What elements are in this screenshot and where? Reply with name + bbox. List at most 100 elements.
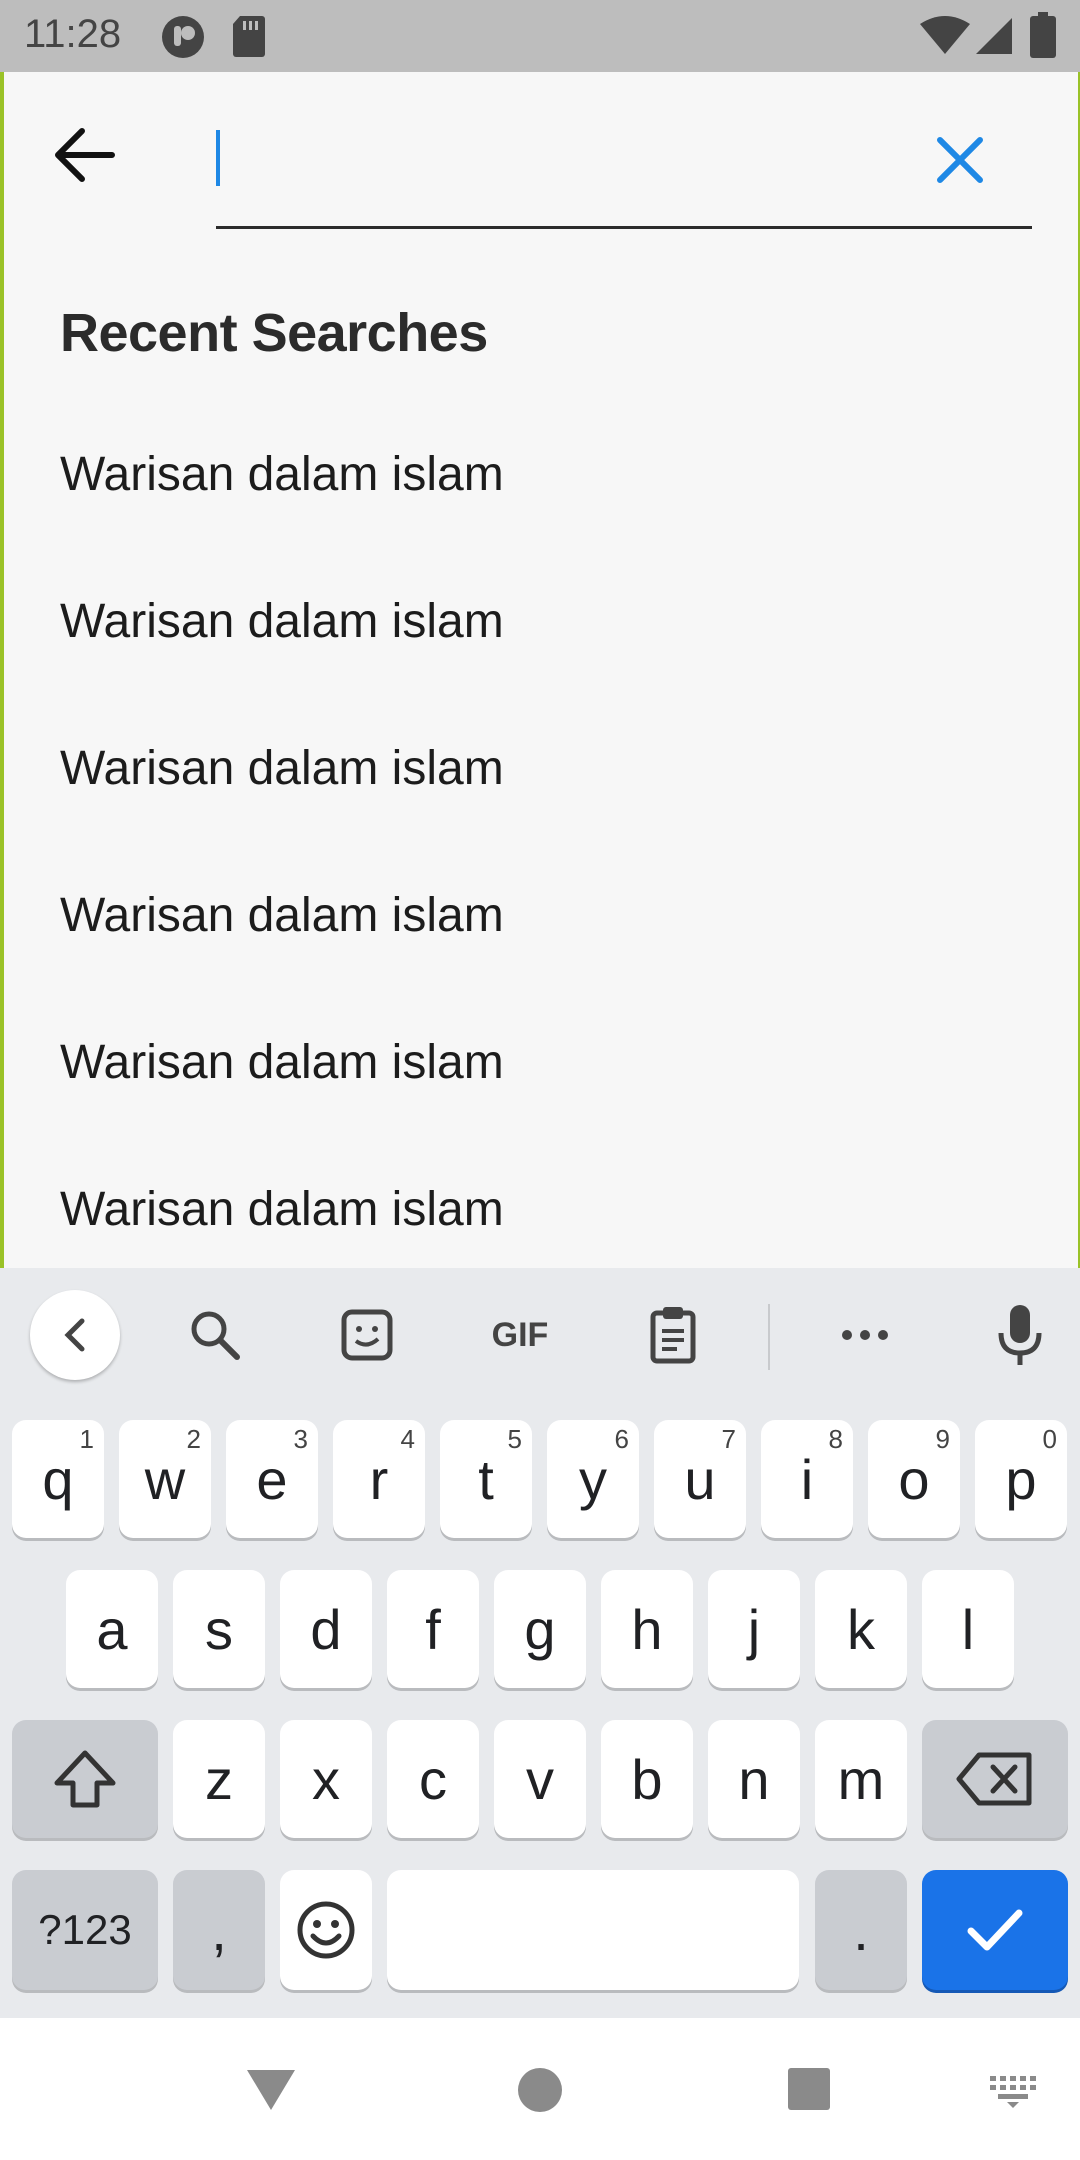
clipboard-button[interactable] — [638, 1300, 708, 1370]
clear-icon[interactable] — [930, 130, 990, 190]
clipboard-icon — [650, 1307, 696, 1364]
key-x[interactable]: x — [280, 1720, 372, 1838]
key-r[interactable]: r4 — [333, 1420, 425, 1538]
space-key[interactable] — [387, 1870, 799, 1990]
recent-search-item[interactable]: Warisan dalam islam — [60, 1028, 1020, 1175]
status-bar: 11:28 — [0, 0, 1080, 72]
more-options-button[interactable] — [830, 1300, 900, 1370]
key-m[interactable]: m — [815, 1720, 907, 1838]
shift-key[interactable] — [12, 1720, 158, 1838]
period-key[interactable]: . — [815, 1870, 907, 1990]
key-label: v — [526, 1747, 554, 1811]
keyboard-switcher-icon[interactable] — [990, 2076, 1036, 2108]
key-hint: 7 — [721, 1424, 736, 1454]
chevron-left-icon — [64, 1318, 85, 1352]
key-k[interactable]: k — [815, 1570, 907, 1688]
frame-left-border — [0, 0, 4, 1268]
key-label: . — [853, 1898, 869, 1962]
keyboard-toolbar: GIF — [0, 1268, 1080, 1398]
key-g[interactable]: g — [494, 1570, 586, 1688]
key-label: a — [96, 1597, 128, 1661]
keyboard: GIF q1 w2 e3 r4 t5 y6 u7 i8 o9 p 0 a s d… — [0, 1268, 1080, 2018]
key-n[interactable]: n — [708, 1720, 800, 1838]
sticker-icon — [341, 1309, 393, 1361]
sticker-button[interactable] — [332, 1300, 402, 1370]
key-label: k — [847, 1597, 875, 1661]
status-time: 11:28 — [24, 12, 122, 56]
recent-search-item[interactable]: Warisan dalam islam — [60, 440, 1020, 587]
key-label: o — [898, 1447, 930, 1511]
key-j[interactable]: j — [708, 1570, 800, 1688]
key-v[interactable]: v — [494, 1720, 586, 1838]
key-label: y — [579, 1447, 607, 1511]
toolbar-divider — [768, 1304, 770, 1370]
key-label: p — [1005, 1447, 1037, 1511]
key-i[interactable]: i8 — [761, 1420, 853, 1538]
key-q[interactable]: q1 — [12, 1420, 104, 1538]
back-arrow-icon[interactable] — [50, 125, 120, 185]
microphone-icon — [998, 1305, 1042, 1365]
key-t[interactable]: t5 — [440, 1420, 532, 1538]
key-hint: 9 — [935, 1424, 950, 1454]
key-u[interactable]: u7 — [654, 1420, 746, 1538]
nav-recents-icon[interactable] — [786, 2066, 832, 2112]
key-label: ?123 — [38, 1906, 132, 1953]
comma-key[interactable]: , — [173, 1870, 265, 1990]
enter-key[interactable] — [922, 1870, 1068, 1990]
key-label: u — [684, 1447, 716, 1511]
toolbar-collapse-button[interactable] — [30, 1290, 120, 1380]
key-l[interactable]: l — [922, 1570, 1014, 1688]
key-label: n — [738, 1747, 770, 1811]
key-hint: 2 — [186, 1424, 201, 1454]
key-c[interactable]: c — [387, 1720, 479, 1838]
key-label: e — [256, 1447, 288, 1511]
backspace-icon — [956, 1752, 1032, 1806]
recent-search-item[interactable]: Warisan dalam islam — [60, 587, 1020, 734]
key-f[interactable]: f — [387, 1570, 479, 1688]
nav-home-icon[interactable] — [516, 2066, 564, 2114]
keyboard-search-button[interactable] — [180, 1300, 250, 1370]
key-s[interactable]: s — [173, 1570, 265, 1688]
emoji-key[interactable] — [280, 1870, 372, 1990]
key-a[interactable]: a — [66, 1570, 158, 1688]
key-z[interactable]: z — [173, 1720, 265, 1838]
recent-search-item[interactable]: Warisan dalam islam — [60, 881, 1020, 1028]
checkmark-icon — [967, 1909, 1023, 1951]
key-label: d — [310, 1597, 342, 1661]
key-label: w — [144, 1447, 186, 1511]
key-label: q — [42, 1447, 74, 1511]
key-label: z — [205, 1747, 233, 1811]
key-d[interactable]: d — [280, 1570, 372, 1688]
voice-input-button[interactable] — [985, 1300, 1055, 1370]
key-hint: 5 — [507, 1424, 522, 1454]
key-hint: 3 — [293, 1424, 308, 1454]
recent-search-item[interactable]: Warisan dalam islam — [60, 734, 1020, 881]
gif-label: GIF — [491, 1315, 549, 1354]
key-label: t — [478, 1447, 494, 1511]
navigation-bar — [0, 2018, 1080, 2160]
key-label: c — [419, 1747, 447, 1811]
search-input[interactable] — [226, 122, 930, 194]
sd-card-icon — [233, 16, 265, 57]
backspace-key[interactable] — [922, 1720, 1068, 1838]
key-h[interactable]: h — [601, 1570, 693, 1688]
key-y[interactable]: y6 — [547, 1420, 639, 1538]
notification-app-icon — [162, 16, 204, 58]
key-label: , — [211, 1898, 227, 1962]
symbols-key[interactable]: ?123 — [12, 1870, 158, 1990]
key-b[interactable]: b — [601, 1720, 693, 1838]
key-p[interactable]: p0 — [975, 1420, 1067, 1538]
key-label: r — [369, 1447, 389, 1511]
cellular-signal-icon — [976, 18, 1012, 54]
key-label: m — [837, 1747, 885, 1811]
recent-searches-title: Recent Searches — [60, 303, 488, 363]
key-hint: 1 — [79, 1424, 94, 1454]
key-o[interactable]: o9 — [868, 1420, 960, 1538]
nav-back-icon[interactable] — [243, 2066, 299, 2114]
key-e[interactable]: e3 — [226, 1420, 318, 1538]
key-label: l — [961, 1597, 975, 1661]
key-w[interactable]: w2 — [119, 1420, 211, 1538]
key-label: g — [524, 1597, 556, 1661]
search-field[interactable] — [216, 112, 1032, 229]
gif-button[interactable]: GIF — [480, 1300, 560, 1370]
